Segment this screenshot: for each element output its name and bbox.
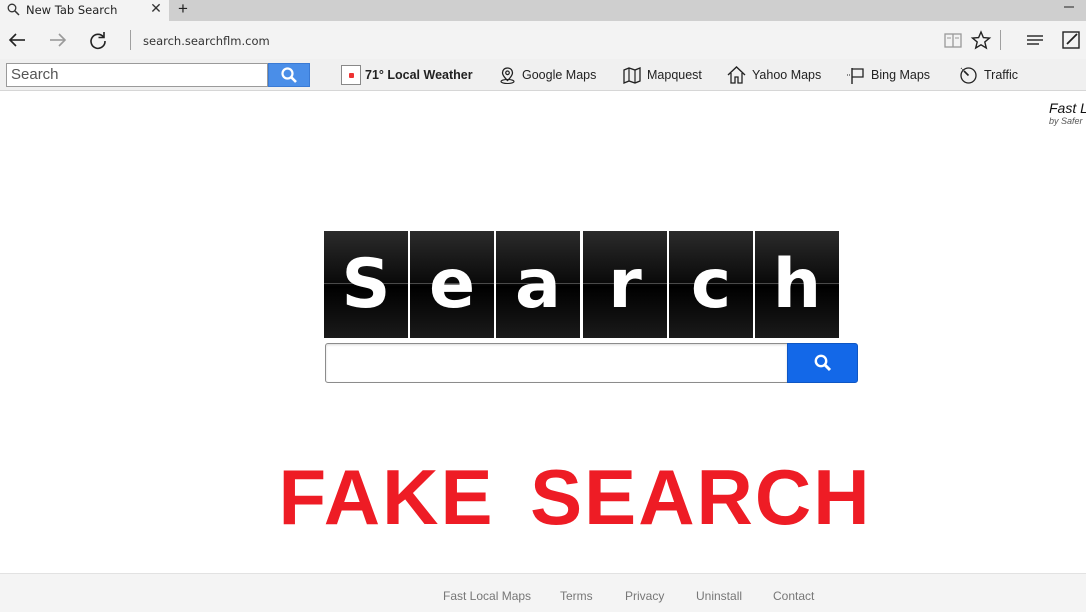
tab-strip: New Tab Search ✕ + xyxy=(0,0,1086,21)
toolbar-search-input[interactable]: Search xyxy=(6,63,268,87)
logo-tile: e xyxy=(410,231,494,338)
footer-link-contact[interactable]: Contact xyxy=(773,589,814,603)
logo-tile: c xyxy=(669,231,753,338)
yahoo-maps-label: Yahoo Maps xyxy=(752,68,822,82)
logo-tile: h xyxy=(755,231,839,338)
fake-search-watermark: FAKE SEARCH xyxy=(278,453,872,541)
brand-subtitle: by Safer xyxy=(1049,116,1083,126)
footer: Fast Local Maps Terms Privacy Uninstall … xyxy=(0,573,1086,612)
forward-arrow-icon[interactable] xyxy=(47,29,69,51)
map-pin-icon xyxy=(500,66,515,84)
address-separator xyxy=(130,30,131,50)
weather-icon xyxy=(341,65,361,85)
folded-map-icon xyxy=(623,66,641,84)
footer-link-privacy[interactable]: Privacy xyxy=(625,589,664,603)
main-search-button[interactable] xyxy=(787,343,858,383)
close-tab-icon[interactable]: ✕ xyxy=(150,1,162,15)
tab-title: New Tab Search xyxy=(26,3,118,17)
hub-menu-icon[interactable] xyxy=(1024,29,1046,51)
toolbar-bing-maps[interactable]: Bing Maps xyxy=(846,59,930,91)
footer-link-uninstall[interactable]: Uninstall xyxy=(696,589,742,603)
address-url[interactable]: search.searchflm.com xyxy=(143,34,270,48)
traffic-label: Traffic xyxy=(984,68,1019,82)
reading-view-icon[interactable] xyxy=(942,29,964,51)
logo-tile: r xyxy=(583,231,667,338)
browser-tab[interactable]: New Tab Search ✕ xyxy=(0,0,169,21)
extension-toolbar: Search 71° Local Weather Google Maps Map… xyxy=(0,59,1086,91)
search-icon xyxy=(814,354,831,372)
speedometer-icon xyxy=(960,67,977,84)
minimize-window-icon[interactable] xyxy=(1062,1,1076,13)
toolbar-mapquest[interactable]: Mapquest xyxy=(622,59,702,91)
logo-tile: a xyxy=(496,231,580,338)
brand-name: Fast L xyxy=(1049,100,1086,116)
search-icon xyxy=(7,3,20,16)
footer-link-terms[interactable]: Terms xyxy=(560,589,593,603)
logo-letter: a xyxy=(515,244,561,324)
toolbar-separator xyxy=(1000,30,1001,50)
new-tab-button[interactable]: + xyxy=(175,0,191,17)
address-bar-row: search.searchflm.com xyxy=(0,21,1086,59)
logo-tile: S xyxy=(324,231,408,338)
flag-icon xyxy=(847,67,864,84)
toolbar-yahoo-maps[interactable]: Yahoo Maps xyxy=(726,59,821,91)
logo-letter: h xyxy=(772,244,822,324)
search-icon xyxy=(281,67,297,83)
mapquest-label: Mapquest xyxy=(647,68,702,82)
weather-label: 71° Local Weather xyxy=(365,68,473,82)
main-search-input[interactable] xyxy=(325,343,788,383)
back-arrow-icon[interactable] xyxy=(6,29,28,51)
search-logo: S e a r c h xyxy=(324,231,839,338)
toolbar-local-weather[interactable]: 71° Local Weather xyxy=(341,59,473,91)
favorite-star-icon[interactable] xyxy=(970,29,992,51)
toolbar-google-maps[interactable]: Google Maps xyxy=(498,59,596,91)
toolbar-traffic[interactable]: Traffic xyxy=(958,59,1018,91)
bing-maps-label: Bing Maps xyxy=(871,68,931,82)
toolbar-search-button[interactable] xyxy=(268,63,310,87)
google-maps-label: Google Maps xyxy=(522,68,597,82)
logo-letter: e xyxy=(428,244,476,324)
logo-letter: S xyxy=(341,244,391,324)
web-note-icon[interactable] xyxy=(1060,29,1082,51)
logo-letter: c xyxy=(690,244,732,324)
refresh-icon[interactable] xyxy=(87,29,109,51)
logo-letter: r xyxy=(608,244,642,324)
home-icon xyxy=(727,66,746,84)
footer-link-fast-local-maps[interactable]: Fast Local Maps xyxy=(443,589,531,603)
